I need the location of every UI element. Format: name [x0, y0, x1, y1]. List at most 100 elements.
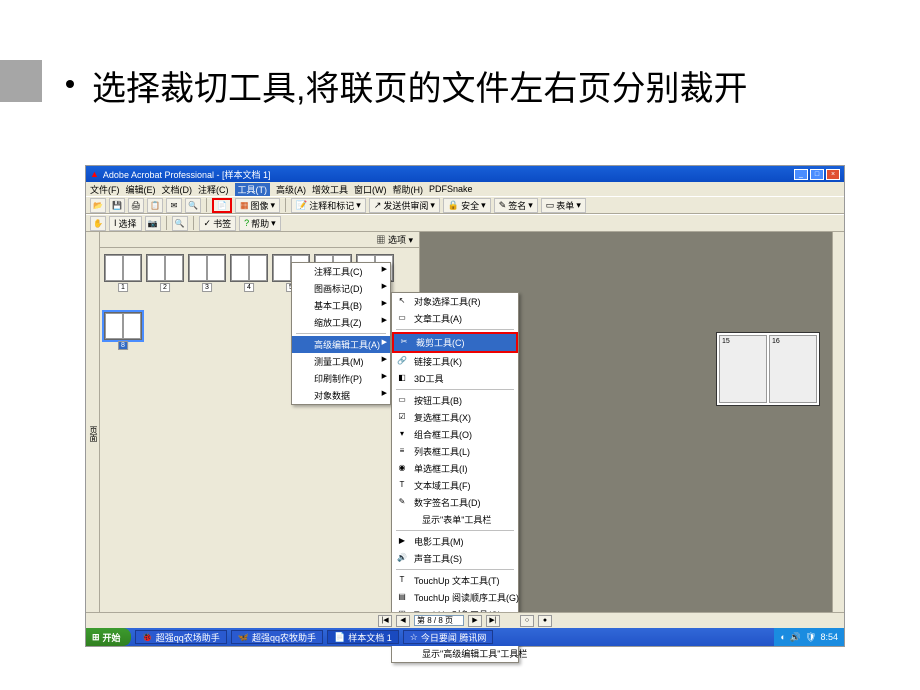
- menu-item[interactable]: 高级(A): [276, 183, 306, 196]
- next-page-button[interactable]: ▶: [468, 615, 482, 627]
- menu-item[interactable]: 文件(F): [90, 183, 120, 196]
- menu-item[interactable]: 缩放工具(Z)▶: [292, 314, 390, 331]
- status-bar: |◀ ◀ ▶ ▶| ○ ●: [86, 612, 844, 628]
- taskbar-task[interactable]: 🦋超强qq农牧助手: [231, 630, 323, 644]
- toolbar-row-1: 📂 💾 🖨 📋 ✉ 🔍 📄 ▦图像▾ 📝注释和标记▾ ↗发送供审阅▾ 🔒安全▾ …: [86, 196, 844, 214]
- page-thumbnail[interactable]: 2: [146, 254, 184, 282]
- clock[interactable]: 8:54: [820, 632, 838, 642]
- menu-item[interactable]: 基本工具(B)▶: [292, 297, 390, 314]
- system-tray[interactable]: ◐ 🔊 🛡 8:54: [774, 628, 844, 646]
- menu-item[interactable]: 文档(D): [162, 183, 193, 196]
- menu-item[interactable]: ✎数字签名工具(D): [392, 494, 518, 511]
- menu-item[interactable]: 高级编辑工具(A)▶: [292, 336, 390, 353]
- menu-item[interactable]: ▤TouchUp 阅读顺序工具(G): [392, 589, 518, 606]
- bullet-text: 选择裁切工具,将联页的文件左右页分别裁开: [92, 66, 852, 114]
- menu-item[interactable]: ▾组合框工具(O): [392, 426, 518, 443]
- zoom-out-button[interactable]: ○: [520, 615, 534, 627]
- close-button[interactable]: ×: [826, 169, 840, 180]
- prev-page-button[interactable]: ◀: [396, 615, 410, 627]
- start-button[interactable]: ⊞ 开始: [86, 628, 131, 646]
- menu-item[interactable]: ▭文章工具(A): [392, 310, 518, 327]
- open-icon[interactable]: 📂: [90, 198, 106, 213]
- menu-item[interactable]: 增效工具: [312, 183, 348, 196]
- menu-item[interactable]: 工具(T): [235, 183, 271, 196]
- app-icon: ▲: [90, 169, 99, 179]
- review-button[interactable]: ↗发送供审阅▾: [369, 198, 440, 213]
- menu-item[interactable]: 注释工具(C)▶: [292, 263, 390, 280]
- menu-item[interactable]: ↖对象选择工具(R): [392, 293, 518, 310]
- sign-button[interactable]: ✎签名▾: [494, 198, 538, 213]
- save-icon[interactable]: 💾: [109, 198, 125, 213]
- options-dropdown[interactable]: ▦ 选项 ▾: [376, 233, 413, 246]
- acrobat-window: ▲ Adobe Acrobat Professional - [样本文档 1] …: [85, 165, 845, 647]
- menu-item[interactable]: 🔗链接工具(K): [392, 353, 518, 370]
- windows-logo-icon: ⊞: [92, 632, 100, 643]
- menu-item[interactable]: ≡列表框工具(L): [392, 443, 518, 460]
- menu-item[interactable]: PDFSnake: [429, 184, 473, 194]
- menu-item[interactable]: ◉单选框工具(I): [392, 460, 518, 477]
- page-thumbnail[interactable]: 4: [230, 254, 268, 282]
- menu-item[interactable]: 测量工具(M)▶: [292, 353, 390, 370]
- bullet-dot: [66, 80, 74, 88]
- menu-item[interactable]: 注释(C): [198, 183, 229, 196]
- taskbar-task[interactable]: 📄样本文档 1: [327, 630, 399, 644]
- tray-icon[interactable]: ◐: [780, 632, 785, 642]
- pages-panel-header: ▦ 选项 ▾: [100, 232, 419, 248]
- page-thumbnail[interactable]: 3: [188, 254, 226, 282]
- canvas-page: [769, 335, 817, 403]
- annotate-button[interactable]: 📝注释和标记▾: [291, 198, 366, 213]
- work-area: 页面 ▦ 选项 ▾ 12345678 注释工具(C)▶图画标记(D)▶基本工具(…: [86, 232, 844, 632]
- taskbar-task[interactable]: ☆今日要闻 腾讯网: [403, 630, 494, 644]
- menu-item[interactable]: 显示"高级编辑工具"工具栏: [392, 645, 518, 662]
- menu-item[interactable]: T文本域工具(F): [392, 477, 518, 494]
- menu-item[interactable]: 显示"表单"工具栏: [392, 511, 518, 528]
- page-number-input[interactable]: [414, 615, 464, 626]
- menu-item[interactable]: 帮助(H): [393, 183, 424, 196]
- help-button[interactable]: ?帮助▾: [239, 216, 281, 231]
- windows-taskbar: ⊞ 开始 🐞超强qq农场助手🦋超强qq农牧助手📄样本文档 1☆今日要闻 腾讯网 …: [86, 628, 844, 646]
- form-button[interactable]: ▭表单▾: [541, 198, 586, 213]
- menu-item[interactable]: 印刷制作(P)▶: [292, 370, 390, 387]
- tray-icon[interactable]: 🛡: [805, 632, 816, 643]
- tools-menu-dropdown: 注释工具(C)▶图画标记(D)▶基本工具(B)▶缩放工具(Z)▶ 高级编辑工具(A…: [291, 262, 391, 405]
- menu-item[interactable]: 编辑(E): [126, 183, 156, 196]
- menu-item[interactable]: ▶电影工具(M): [392, 533, 518, 550]
- organizer-icon[interactable]: 📋: [147, 198, 163, 213]
- print-icon[interactable]: 🖨: [128, 198, 144, 213]
- menu-item[interactable]: 🔊声音工具(S): [392, 550, 518, 567]
- vertical-scrollbar[interactable]: [832, 232, 844, 632]
- taskbar-task[interactable]: 🐞超强qq农场助手: [135, 630, 227, 644]
- menu-item[interactable]: ☑复选框工具(X): [392, 409, 518, 426]
- advanced-editing-submenu: ↖对象选择工具(R)▭文章工具(A) ✂裁剪工具(C)🔗链接工具(K)◧3D工具 ▭…: [391, 292, 519, 663]
- select-button[interactable]: I选择: [109, 216, 142, 231]
- page-thumbnail[interactable]: 8: [104, 312, 142, 340]
- create-pdf-icon[interactable]: 📄: [212, 198, 232, 213]
- first-page-button[interactable]: |◀: [378, 615, 392, 627]
- menu-item[interactable]: ✂裁剪工具(C): [392, 332, 518, 353]
- menu-item[interactable]: 窗口(W): [354, 183, 387, 196]
- slide-decor-square: [0, 60, 42, 102]
- bookmark-button[interactable]: ✓书签: [199, 216, 237, 231]
- search-icon[interactable]: 🔍: [185, 198, 201, 213]
- menu-item[interactable]: 图画标记(D)▶: [292, 280, 390, 297]
- menu-item[interactable]: ▭按钮工具(B): [392, 392, 518, 409]
- page-thumbnail[interactable]: 1: [104, 254, 142, 282]
- nav-pane-tabs[interactable]: 页面: [86, 232, 100, 632]
- page-spread: [716, 332, 820, 406]
- security-button[interactable]: 🔒安全▾: [443, 198, 491, 213]
- zoom-in-button[interactable]: ●: [538, 615, 552, 627]
- toolbar-row-2: ✋ I选择 📷 🔍 ✓书签 ?帮助▾: [86, 214, 844, 232]
- hand-tool-icon[interactable]: ✋: [90, 216, 106, 231]
- email-icon[interactable]: ✉: [166, 198, 182, 213]
- last-page-button[interactable]: ▶|: [486, 615, 500, 627]
- minimize-button[interactable]: _: [794, 169, 808, 180]
- title-bar: ▲ Adobe Acrobat Professional - [样本文档 1] …: [86, 166, 844, 182]
- menu-item[interactable]: 对象数据▶: [292, 387, 390, 404]
- menu-item[interactable]: ◧3D工具: [392, 370, 518, 387]
- zoom-icon[interactable]: 🔍: [172, 216, 188, 231]
- image-button[interactable]: ▦图像▾: [235, 198, 280, 213]
- maximize-button[interactable]: □: [810, 169, 824, 180]
- menu-item[interactable]: TTouchUp 文本工具(T): [392, 572, 518, 589]
- tray-icon[interactable]: 🔊: [790, 632, 801, 643]
- snapshot-icon[interactable]: 📷: [145, 216, 161, 231]
